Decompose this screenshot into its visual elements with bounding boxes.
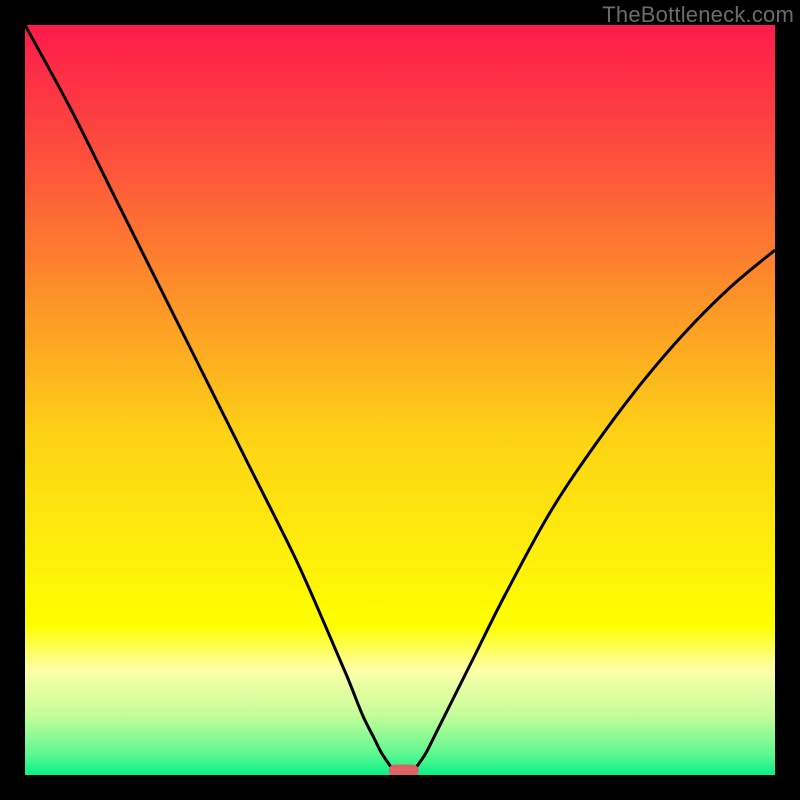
curves-layer (25, 25, 775, 775)
watermark-text: TheBottleneck.com (602, 2, 794, 28)
optimal-marker (389, 765, 419, 776)
right-curve (415, 250, 775, 769)
chart-frame: TheBottleneck.com (0, 0, 800, 800)
plot-area (25, 25, 775, 775)
left-curve (25, 25, 393, 769)
